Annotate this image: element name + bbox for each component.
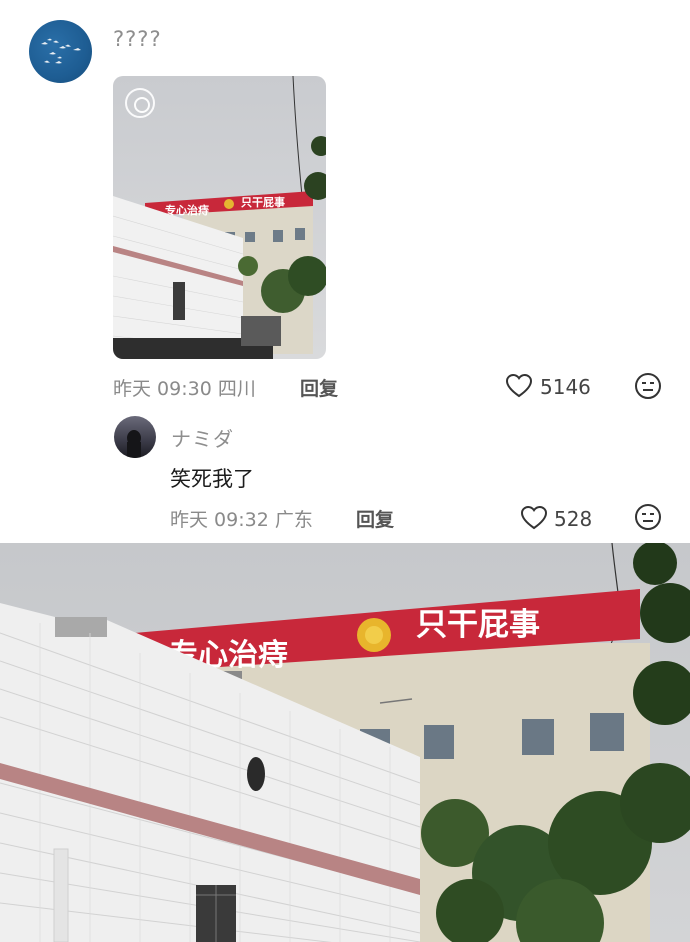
post-meta: 昨天 09:30 四川 — [113, 378, 256, 400]
reply-button[interactable]: 回复 — [300, 374, 338, 401]
reply-text: 笑死我了 — [170, 467, 254, 491]
post-photo[interactable]: 专心治痔 只干屁事 — [113, 76, 326, 359]
heart-outline-icon[interactable] — [505, 373, 535, 401]
reply-like-count: 528 — [554, 507, 593, 531]
photo-banner-right: 只干屁事 — [416, 607, 540, 643]
reply-reply-button[interactable]: 回复 — [356, 505, 394, 532]
post-username[interactable]: ???? — [113, 27, 162, 51]
thumb-banner-right: 只干屁事 — [241, 195, 285, 209]
like-count: 5146 — [540, 375, 591, 399]
building-photo-large: 专心治痔 只干屁事 — [0, 543, 690, 942]
live-photo-icon — [125, 88, 155, 118]
avatar[interactable] — [29, 20, 92, 83]
reply-meta: 昨天 09:32 广东 — [170, 509, 313, 531]
neutral-face-icon[interactable] — [634, 503, 662, 531]
neutral-face-icon[interactable] — [634, 372, 662, 400]
reply-avatar[interactable] — [114, 416, 156, 458]
reply-username[interactable]: ナミダ — [171, 423, 234, 452]
heart-outline-icon[interactable] — [520, 505, 550, 533]
enlarged-photo[interactable]: 专心治痔 只干屁事 — [0, 543, 690, 942]
comment-thread: ???? 专心治痔 只干屁事 昨天 09:30 四川 回复 5146 ナミダ 笑… — [0, 0, 690, 942]
building-photo: 专心治痔 只干屁事 — [113, 76, 326, 359]
birds-avatar-image — [41, 38, 81, 64]
thumb-banner-left: 专心治痔 — [165, 203, 209, 217]
